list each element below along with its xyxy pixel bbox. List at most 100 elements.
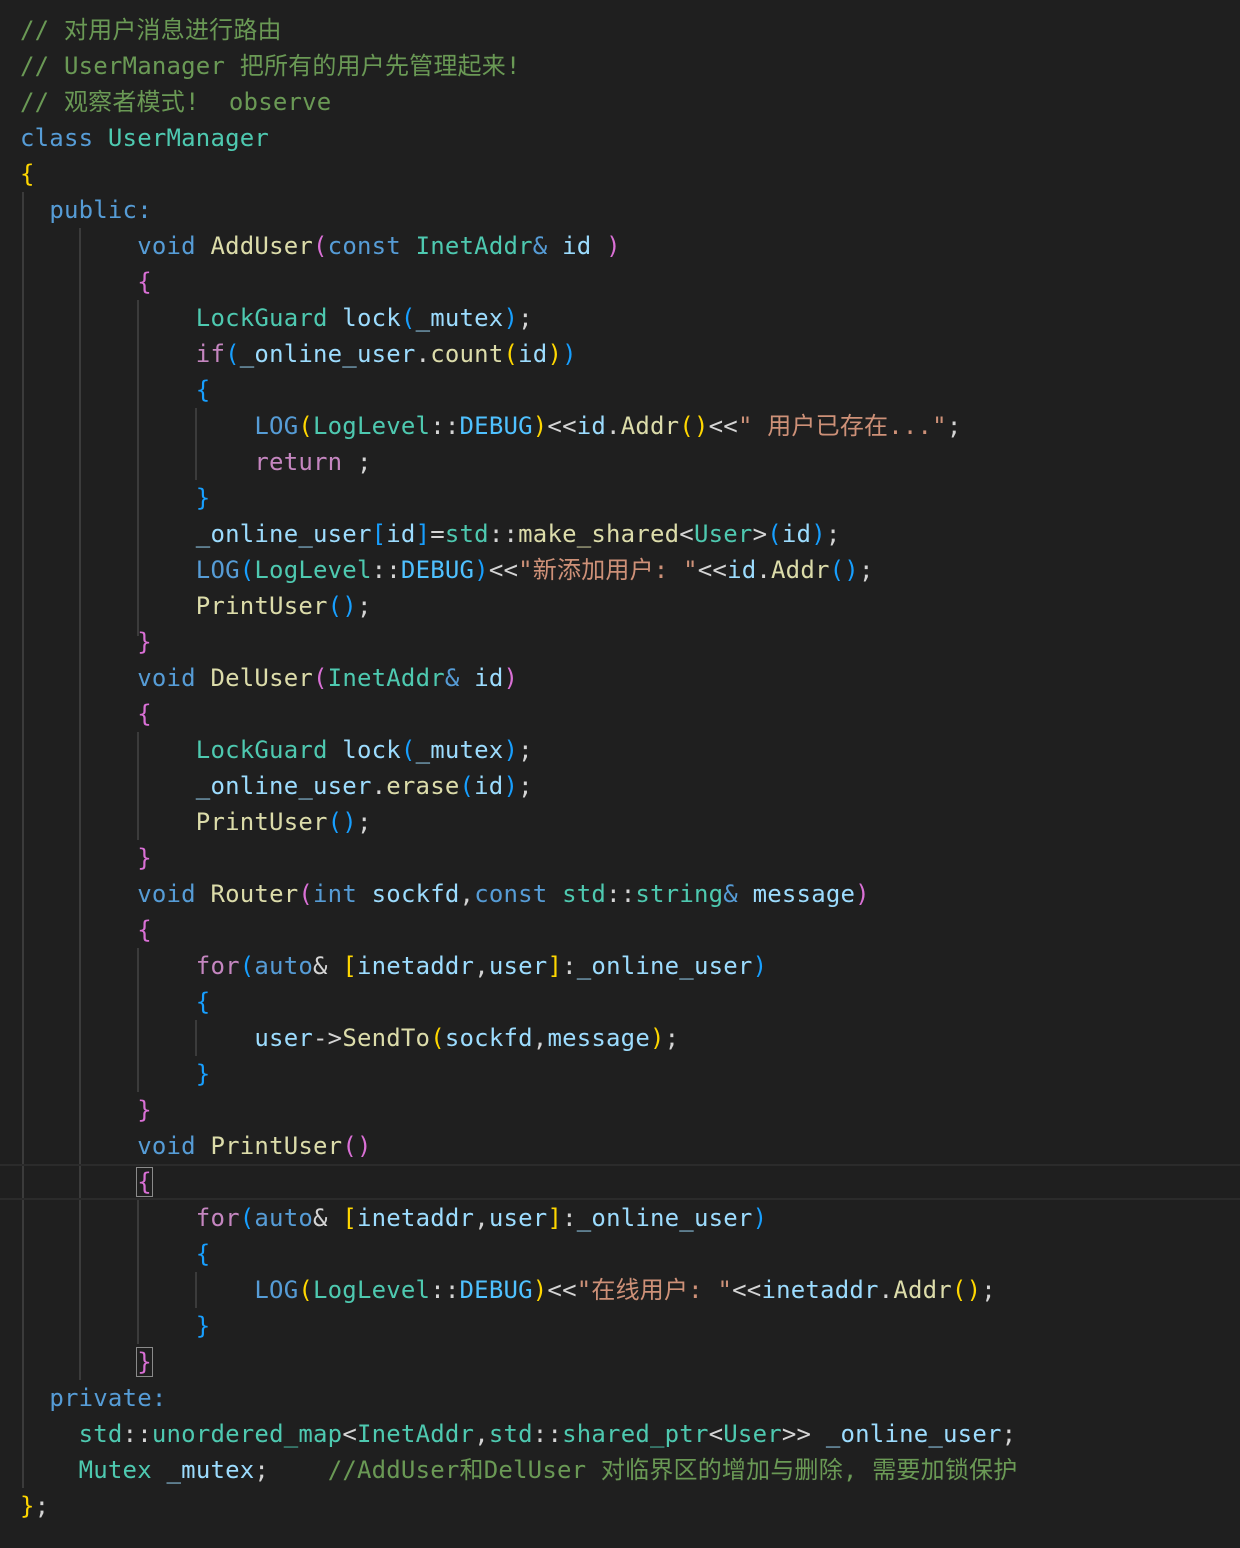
code-line[interactable]: LockGuard lock(_mutex); [0, 300, 1240, 336]
code-line[interactable]: _online_user[id]=std::make_shared<User>(… [0, 516, 1240, 552]
code-token: & [532, 232, 548, 260]
code-token: . [415, 340, 431, 368]
code-line[interactable]: void PrintUser() [0, 1128, 1240, 1164]
code-token: () [829, 556, 859, 584]
code-line[interactable]: }; [0, 1488, 1240, 1524]
code-token: private [49, 1384, 152, 1412]
code-line[interactable]: { [0, 264, 1240, 300]
code-line[interactable]: void Router(int sockfd,const std::string… [0, 876, 1240, 912]
code-line[interactable]: LOG(LogLevel::DEBUG)<<"在线用户: "<<inetaddr… [0, 1272, 1240, 1308]
code-line[interactable]: { [0, 1236, 1240, 1272]
code-line[interactable]: // 观察者模式! observe [0, 84, 1240, 120]
code-token: make_shared [518, 520, 680, 548]
code-editor[interactable]: // 对用户消息进行路由 // UserManager 把所有的用户先管理起来! /… [0, 0, 1240, 1548]
code-line[interactable]: LOG(LogLevel::DEBUG)<<"新添加用户: "<<id.Addr… [0, 552, 1240, 588]
code-token: user [488, 952, 548, 980]
code-token: erase [386, 772, 460, 800]
code-line[interactable]: std::unordered_map<InetAddr,std::shared_… [0, 1416, 1240, 1452]
code-token: { [137, 268, 152, 296]
code-token: { [137, 700, 152, 728]
code-line[interactable]: for(auto& [inetaddr,user]:_online_user) [0, 1200, 1240, 1236]
code-line[interactable]: class UserManager [0, 120, 1240, 156]
code-line[interactable]: } [0, 480, 1240, 516]
code-line[interactable]: user->SendTo(sockfd,message); [0, 1020, 1240, 1056]
code-line[interactable]: } [0, 624, 1240, 660]
code-token: std [444, 520, 489, 548]
code-line[interactable]: } [0, 1344, 1240, 1380]
code-line[interactable]: PrintUser(); [0, 804, 1240, 840]
code-token: for [195, 1204, 240, 1232]
code-line[interactable]: { [0, 156, 1240, 192]
code-line[interactable]: { [0, 984, 1240, 1020]
code-line[interactable]: { [0, 696, 1240, 732]
code-line[interactable]: { [0, 372, 1240, 408]
code-token: ) [503, 664, 519, 692]
code-line[interactable]: } [0, 840, 1240, 876]
code-line[interactable]: _online_user.erase(id); [0, 768, 1240, 804]
code-token: // 观察者模式! observe [20, 88, 332, 116]
code-token: : [562, 952, 577, 980]
code-token: ; [858, 556, 874, 584]
code-line[interactable]: Mutex _mutex; //AddUser和DelUser 对临界区的增加与… [0, 1452, 1240, 1488]
code-line[interactable]: // 对用户消息进行路由 [0, 12, 1240, 48]
code-line[interactable]: { [0, 912, 1240, 948]
code-line[interactable]: } [0, 1308, 1240, 1344]
code-token: "新添加用户: " [518, 556, 698, 584]
code-token: ( [298, 1276, 313, 1304]
code-line[interactable]: LockGuard lock(_mutex); [0, 732, 1240, 768]
code-token: ( [239, 952, 255, 980]
code-token: << [547, 1276, 577, 1304]
code-line[interactable]: } [0, 1056, 1240, 1092]
code-token: id [474, 772, 504, 800]
code-token: ( [313, 664, 328, 692]
code-token: } [136, 1347, 153, 1377]
code-token: : [151, 1384, 167, 1412]
code-token: << [732, 1276, 762, 1304]
code-token: & [723, 880, 738, 908]
code-token: ; [518, 736, 533, 764]
code-token: Mutex [78, 1456, 152, 1484]
code-line[interactable]: void AddUser(const InetAddr& id ) [0, 228, 1240, 264]
code-token: < [708, 1420, 724, 1448]
code-token: count [430, 340, 504, 368]
code-line[interactable]: } [0, 1092, 1240, 1128]
code-token: > [752, 520, 768, 548]
code-line[interactable]: // UserManager 把所有的用户先管理起来! [0, 48, 1240, 84]
code-token: , [474, 952, 489, 980]
code-token: id [386, 520, 416, 548]
code-token: ( [298, 880, 314, 908]
code-token: ( [430, 1024, 445, 1052]
code-line[interactable]: if(_online_user.count(id)) [0, 336, 1240, 372]
code-line[interactable]: public: [0, 192, 1240, 228]
code-token: ) [503, 304, 519, 332]
code-line[interactable]: LOG(LogLevel::DEBUG)<<id.Addr()<<" 用户已存在… [0, 408, 1240, 444]
code-token: :: [532, 1420, 563, 1448]
code-line[interactable]: private: [0, 1380, 1240, 1416]
code-token: } [195, 1312, 211, 1340]
code-token: shared_ptr [562, 1420, 709, 1448]
code-token: for [195, 952, 240, 980]
code-line[interactable]: return ; [0, 444, 1240, 480]
code-token: UserManager [107, 124, 270, 152]
code-token: () [327, 592, 357, 620]
code-line[interactable]: void DelUser(InetAddr& id) [0, 660, 1240, 696]
code-token: void [137, 880, 196, 908]
code-line[interactable]: PrintUser(); [0, 588, 1240, 624]
code-token: ( [400, 304, 416, 332]
code-line-current[interactable]: { [0, 1164, 1240, 1200]
code-token: :: [122, 1420, 152, 1448]
code-line[interactable]: for(auto& [inetaddr,user]:_online_user) [0, 948, 1240, 984]
code-token: ( [298, 412, 313, 440]
code-token: _mutex [166, 1456, 255, 1484]
